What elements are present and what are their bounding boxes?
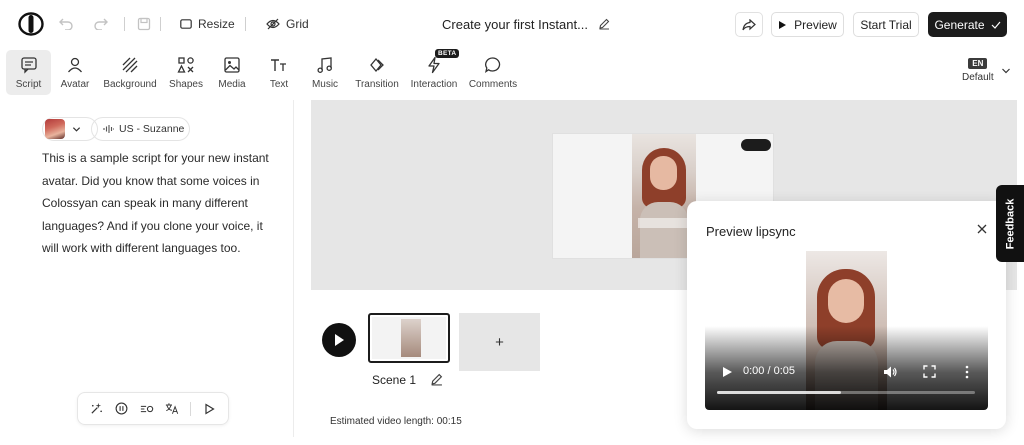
feedback-tab[interactable]: Feedback	[996, 185, 1024, 262]
script-panel: US - Suzanne This is a sample script for…	[13, 100, 294, 437]
play-icon[interactable]	[202, 402, 216, 416]
waveform-icon	[103, 125, 114, 133]
tool-label: Script	[15, 79, 42, 90]
lipsync-video-player[interactable]: 0:00 / 0:05	[705, 251, 988, 410]
avatar	[45, 119, 65, 139]
project-title-area: Create your first Instant...	[442, 14, 610, 34]
resize-label: Resize	[198, 17, 235, 31]
share-icon	[742, 18, 756, 30]
play-icon	[335, 334, 344, 346]
music-icon	[317, 57, 332, 73]
brand-logo[interactable]	[741, 139, 771, 151]
scene-label: Scene 1	[372, 373, 417, 387]
tool-transition[interactable]: Transition	[354, 50, 400, 95]
tool-media[interactable]: Media	[214, 50, 250, 95]
script-icon	[20, 57, 37, 74]
tool-label: Avatar	[60, 79, 90, 90]
divider	[160, 17, 161, 31]
tool-shapes[interactable]: Shapes	[166, 50, 206, 95]
chevron-down-icon[interactable]	[1001, 66, 1011, 76]
tool-label: Text	[269, 79, 289, 90]
text-icon	[271, 59, 286, 71]
fullscreen-icon[interactable]	[923, 365, 936, 378]
video-time: 0:00 / 0:05	[743, 365, 795, 377]
scene-thumbnail[interactable]	[368, 313, 450, 363]
edit-title-icon[interactable]	[598, 18, 610, 30]
top-bar: Resize Grid Create your first Instant...…	[0, 0, 1024, 48]
grid-label: Grid	[286, 17, 309, 31]
shapes-icon	[177, 57, 194, 73]
estimated-video-length: Estimated video length: 00:15	[330, 416, 462, 427]
feedback-label: Feedback	[1004, 198, 1016, 249]
more-options-icon[interactable]	[964, 365, 970, 379]
edit-scene-icon[interactable]	[430, 373, 443, 386]
project-title[interactable]: Create your first Instant...	[442, 17, 588, 32]
resize-button[interactable]: Resize	[180, 14, 235, 34]
pronunciation-icon[interactable]	[140, 402, 154, 416]
tool-label: Music	[311, 79, 339, 90]
grid-button[interactable]: Grid	[266, 14, 309, 34]
voice-selector[interactable]: US - Suzanne	[91, 117, 190, 141]
add-scene-button[interactable]: +	[459, 313, 540, 371]
tool-background[interactable]: Background	[102, 50, 158, 95]
video-progress-bar[interactable]	[717, 391, 975, 394]
avatar-icon	[67, 57, 83, 73]
chevron-down-icon	[72, 126, 81, 132]
divider	[124, 17, 125, 31]
dialog-title: Preview lipsync	[706, 224, 796, 239]
tool-label: Interaction	[410, 79, 458, 90]
ai-magic-icon[interactable]	[90, 402, 104, 416]
divider	[245, 17, 246, 31]
preview-button[interactable]: Preview	[771, 12, 844, 37]
colossyan-logo[interactable]	[18, 12, 44, 36]
language-label: Default	[962, 72, 994, 83]
tool-avatar[interactable]: Avatar	[55, 50, 95, 95]
tool-label: Media	[218, 79, 246, 90]
undo-icon[interactable]	[57, 15, 75, 33]
grid-hidden-icon	[266, 18, 280, 30]
tool-script[interactable]: Script	[6, 50, 51, 95]
close-icon[interactable]	[976, 223, 988, 235]
tool-text[interactable]: Text	[264, 50, 294, 95]
volume-icon[interactable]	[883, 365, 897, 379]
save-icon[interactable]	[135, 15, 153, 33]
interaction-icon	[428, 56, 440, 74]
language-selector[interactable]: EN Default	[962, 58, 994, 83]
tool-label: Background	[103, 79, 157, 90]
video-progress-fill	[717, 391, 841, 394]
translate-icon[interactable]	[165, 402, 179, 416]
transition-icon	[370, 57, 384, 73]
pause-icon[interactable]	[115, 402, 129, 416]
start-trial-label: Start Trial	[860, 17, 912, 32]
preview-lipsync-dialog: Preview lipsync 0:00 / 0:05	[687, 201, 1006, 429]
tool-label: Transition	[355, 79, 399, 90]
generate-button[interactable]: Generate	[928, 12, 1007, 37]
media-icon	[224, 57, 240, 73]
play-scenes-button[interactable]	[322, 323, 356, 357]
check-icon	[991, 21, 1000, 29]
tool-label: Comments	[468, 79, 518, 90]
redo-icon[interactable]	[92, 15, 110, 33]
comments-icon	[484, 57, 501, 73]
generate-label: Generate	[934, 17, 985, 32]
share-button[interactable]	[735, 12, 763, 37]
tool-music[interactable]: Music	[309, 50, 341, 95]
avatar-selector[interactable]	[42, 117, 98, 141]
tool-label: Shapes	[169, 79, 203, 90]
preview-label: Preview	[794, 17, 837, 32]
start-trial-button[interactable]: Start Trial	[853, 12, 919, 37]
play-icon	[779, 20, 787, 29]
divider	[190, 401, 192, 416]
language-code: EN	[968, 58, 988, 69]
beta-badge: BETA	[435, 49, 460, 58]
resize-icon	[180, 19, 192, 29]
script-text[interactable]: This is a sample script for your new ins…	[42, 147, 272, 260]
voice-label: US - Suzanne	[119, 123, 185, 135]
tool-bar: Script Avatar Background Shapes Media Te…	[0, 48, 1024, 98]
tool-comments[interactable]: Comments	[468, 50, 518, 95]
play-icon[interactable]	[721, 366, 733, 378]
script-toolbar	[77, 392, 229, 425]
background-icon	[122, 57, 138, 73]
